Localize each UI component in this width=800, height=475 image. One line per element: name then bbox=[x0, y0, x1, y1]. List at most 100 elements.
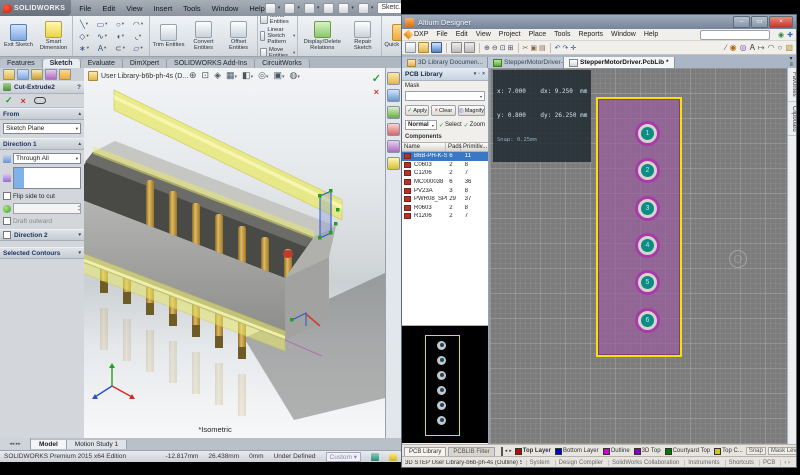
zoom-fit-icon[interactable]: ⊕ bbox=[189, 70, 197, 81]
tab-model[interactable]: Model bbox=[31, 440, 67, 449]
cancel-sketch-icon[interactable]: × bbox=[374, 87, 379, 97]
expand-icon[interactable]: ‹ › bbox=[780, 460, 793, 466]
pad[interactable]: 3 bbox=[635, 196, 660, 221]
rectangle-tool[interactable]: ▭▾ bbox=[93, 18, 111, 30]
detail-preview-icon[interactable] bbox=[34, 97, 46, 104]
display-style-icon[interactable]: ◎▾ bbox=[258, 70, 268, 81]
pad[interactable]: 2 bbox=[635, 158, 660, 183]
exit-sketch-button[interactable]: Exit Sketch bbox=[2, 24, 35, 48]
cut-icon[interactable]: ✂ bbox=[523, 44, 529, 52]
menu-help[interactable]: Help bbox=[644, 31, 658, 38]
print-icon[interactable] bbox=[451, 42, 462, 53]
custom-properties-icon[interactable] bbox=[387, 157, 400, 170]
draft-angle-spinner[interactable]: ▴▾ bbox=[13, 203, 81, 214]
help-icon[interactable]: ? bbox=[77, 84, 81, 91]
alt-search-input[interactable] bbox=[700, 30, 770, 40]
pcb-button[interactable]: PCB bbox=[759, 460, 778, 466]
tab-evaluate[interactable]: Evaluate bbox=[81, 59, 123, 68]
zoom-checkbox[interactable]: ✓Zoom bbox=[464, 122, 485, 129]
help-orb-icon[interactable]: ◉ bbox=[778, 31, 784, 39]
footprint-preview[interactable] bbox=[402, 326, 488, 443]
zoom-area-icon[interactable]: ⊡ bbox=[500, 44, 506, 52]
cancel-button[interactable]: × bbox=[21, 96, 26, 106]
mode-select[interactable]: Normal▾ bbox=[405, 120, 437, 130]
pm-tab-configuration[interactable] bbox=[31, 69, 43, 80]
instruments-button[interactable]: Instruments bbox=[684, 460, 722, 466]
pad[interactable]: 4 bbox=[635, 233, 660, 258]
minimize-button[interactable]: ‒ bbox=[733, 16, 750, 28]
tab-pcblib-filter[interactable]: PCBLIB Filter bbox=[448, 447, 494, 456]
spline-tool[interactable]: ∿▾ bbox=[93, 30, 111, 42]
section-from[interactable]: From ▴ bbox=[0, 108, 84, 120]
reverse-direction-icon[interactable] bbox=[3, 155, 11, 163]
component-row[interactable]: R1206 2 7 bbox=[402, 212, 488, 221]
plane-tool[interactable]: ▱▾ bbox=[129, 42, 147, 54]
close-button[interactable]: × bbox=[769, 16, 793, 28]
component-row[interactable]: PWR08_SPL8 29 37 bbox=[402, 195, 488, 204]
view-orientation-icon[interactable]: ◧▾ bbox=[242, 70, 253, 81]
system-button[interactable]: System bbox=[526, 460, 553, 466]
paste-icon[interactable]: ▤ bbox=[539, 44, 546, 52]
file-explorer-icon[interactable] bbox=[387, 106, 400, 119]
smart-dimension-button[interactable]: Smart Dimension bbox=[37, 21, 70, 51]
dimension-tool-icon[interactable]: ↦ bbox=[758, 43, 765, 52]
preview-icon[interactable] bbox=[464, 42, 475, 53]
tab-scroll-buttons[interactable]: ◂◂ ▸▸ bbox=[0, 438, 31, 450]
layer-scroll-right[interactable]: ▸ bbox=[509, 448, 512, 454]
sw-search-input[interactable]: Sketc... bbox=[377, 2, 401, 14]
new-doc-icon[interactable] bbox=[265, 3, 276, 14]
point-tool[interactable]: ∗▾ bbox=[75, 42, 93, 54]
hide-show-icon[interactable]: ▣▾ bbox=[273, 70, 284, 81]
arc-tool[interactable]: ◠▾ bbox=[129, 18, 147, 30]
panel-menu-icon[interactable]: ▾ bbox=[474, 71, 477, 77]
line-tool[interactable]: ╲▾ bbox=[75, 18, 93, 30]
3d-model[interactable] bbox=[84, 68, 385, 438]
units-select[interactable]: Custom ▾ bbox=[326, 452, 361, 462]
convert-entities-button[interactable]: Convert Entities bbox=[187, 21, 220, 51]
linear-sketch-pattern-button[interactable]: Linear Sketch Pattern ▾ bbox=[260, 27, 295, 45]
zoom-area-icon[interactable]: ⊡ bbox=[202, 70, 210, 81]
tab-circuitworks[interactable]: CircuitWorks bbox=[255, 59, 310, 68]
circle-tool[interactable]: ○▾ bbox=[111, 18, 129, 30]
menu-place[interactable]: Place bbox=[529, 31, 547, 38]
menu-window[interactable]: Window bbox=[611, 31, 636, 38]
from-plane-select[interactable]: Sketch Plane ▾ bbox=[3, 123, 81, 134]
resources-icon[interactable] bbox=[387, 72, 400, 85]
previous-view-icon[interactable]: ◈ bbox=[214, 70, 221, 81]
component-row[interactable]: B6B-PH-K-S 6 11 bbox=[402, 152, 488, 161]
layer-outline[interactable]: Outline bbox=[602, 448, 631, 455]
restore-button[interactable]: ▭ bbox=[751, 16, 768, 28]
draft-outward-checkbox[interactable] bbox=[3, 217, 11, 225]
tab-motion-study[interactable]: Motion Study 1 bbox=[67, 440, 127, 449]
ellipse-tool[interactable]: ◖▾ bbox=[111, 30, 129, 42]
zoom-fit-icon[interactable]: ⊞ bbox=[508, 44, 514, 52]
direction2-checkbox[interactable] bbox=[3, 231, 11, 239]
layer-top[interactable]: Top Layer bbox=[514, 448, 552, 455]
menu-dxp[interactable]: DXP bbox=[405, 31, 428, 38]
col-primitives[interactable]: Primitiv... bbox=[461, 143, 487, 151]
design-library-icon[interactable] bbox=[387, 89, 400, 102]
sw-menu-edit[interactable]: Edit bbox=[102, 4, 115, 13]
pm-tab-dimxpertmanager[interactable] bbox=[45, 69, 57, 80]
layer-scroll-left[interactable]: ◂ bbox=[505, 448, 508, 454]
end-condition-select[interactable]: Through All ▾ bbox=[13, 153, 81, 164]
save-icon[interactable] bbox=[304, 3, 315, 14]
fill-tool-icon[interactable]: ▧ bbox=[785, 43, 793, 52]
pad[interactable]: 5 bbox=[635, 270, 660, 295]
tab-solidworks-addins[interactable]: SOLIDWORKS Add-Ins bbox=[167, 59, 255, 68]
component-row[interactable]: R0603 2 8 bbox=[402, 204, 488, 213]
pad[interactable]: 1 bbox=[635, 121, 660, 146]
draft-icon[interactable] bbox=[3, 205, 11, 213]
section-direction2[interactable]: Direction 2 ▾ bbox=[0, 229, 84, 241]
copy-icon[interactable]: ▣ bbox=[530, 44, 537, 52]
open-icon[interactable] bbox=[418, 42, 429, 53]
mask-level-button[interactable]: Mask Level bbox=[768, 447, 796, 455]
tab-pcb-library[interactable]: PCB Library bbox=[404, 447, 446, 456]
component-row[interactable]: C1206 2 7 bbox=[402, 169, 488, 178]
cross-select-icon[interactable]: ✛ bbox=[570, 44, 576, 52]
pm-tab-featuremanager[interactable] bbox=[3, 69, 15, 80]
new-icon[interactable] bbox=[405, 42, 416, 53]
sw-menu-file[interactable]: File bbox=[79, 4, 91, 13]
shortcuts-button[interactable]: Shortcuts bbox=[725, 460, 757, 466]
arc-tool-icon[interactable]: ◠ bbox=[768, 43, 775, 52]
